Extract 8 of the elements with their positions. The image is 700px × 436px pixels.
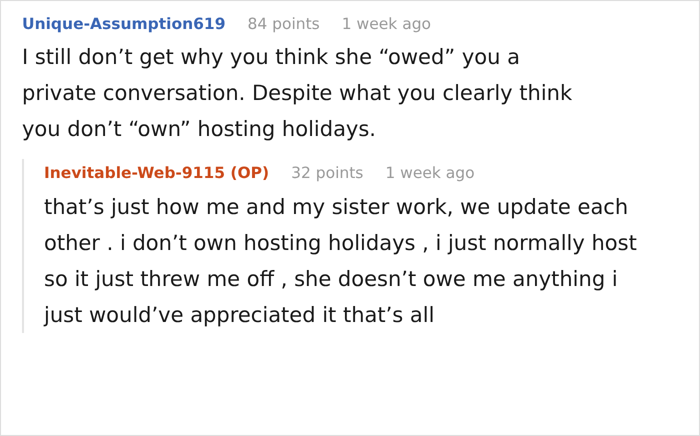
username-link[interactable]: Unique-Assumption619 — [22, 13, 226, 36]
points-count: 32 points — [291, 163, 364, 184]
timestamp: 1 week ago — [342, 14, 432, 35]
username-link[interactable]: Inevitable-Web-9115 (OP) — [44, 162, 270, 186]
comment-text: I still don’t get why you think she “owed” you a private conversation. Despite what you clearly think you don’t “own” hosting holidays. — [22, 44, 574, 144]
timestamp: 1 week ago — [385, 163, 475, 184]
comment-text: that’s just how me and my sister work, we update each other . i don’t own hosting holidays , i just normally host so it just threw me off , she doesn’t owe me anything i just would’ve appreciated it that’s all — [44, 194, 638, 328]
points-count: 84 points — [248, 14, 320, 35]
